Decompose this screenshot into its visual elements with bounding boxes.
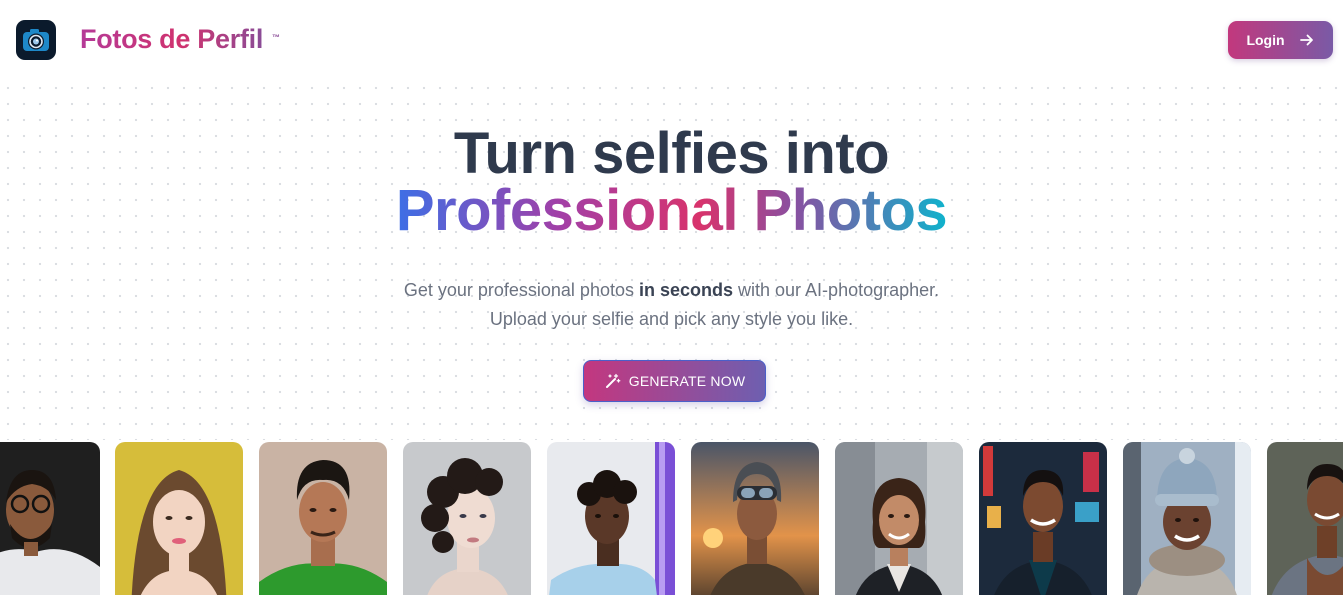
hero-title-gradient-text: Professional Photos bbox=[395, 178, 948, 243]
portrait-card-young-man-curly[interactable] bbox=[547, 442, 675, 595]
portrait-card-man-city-night[interactable] bbox=[979, 442, 1107, 595]
trademark-symbol: ™ bbox=[272, 33, 280, 42]
subtitle-bold: in seconds bbox=[638, 280, 734, 300]
brand-name[interactable]: Fotos de Perfil bbox=[80, 24, 263, 55]
portrait-card-businesswoman[interactable] bbox=[835, 442, 963, 595]
subtitle-text-2: with our AI-photographer. bbox=[733, 280, 940, 300]
login-button[interactable]: Login bbox=[1228, 21, 1333, 59]
camera-logo-icon[interactable] bbox=[16, 20, 56, 60]
login-label: Login bbox=[1246, 32, 1285, 48]
portrait-card-man-green-shirt[interactable] bbox=[259, 442, 387, 595]
subtitle-line-2: Upload your selfie and pick any style yo… bbox=[489, 309, 854, 329]
generate-now-button[interactable]: GENERATE NOW bbox=[583, 360, 766, 402]
portrait-card-woman-curls[interactable] bbox=[403, 442, 531, 595]
hero-subtitle: Get your professional photos in seconds … bbox=[0, 276, 1343, 334]
portrait-card-woman-yellow[interactable] bbox=[115, 442, 243, 595]
portrait-gallery bbox=[0, 442, 1343, 595]
portrait-card-man-glasses[interactable] bbox=[0, 442, 100, 595]
hero-title-line2: Professional Photos bbox=[0, 177, 1343, 244]
top-bar: Fotos de Perfil ™ Login bbox=[0, 0, 1343, 80]
subtitle-text-1: Get your professional photos bbox=[403, 280, 639, 300]
portrait-card-woman-winter-hat[interactable] bbox=[1123, 442, 1251, 595]
magic-wand-icon bbox=[605, 373, 621, 388]
portrait-card-aviator-sunset[interactable] bbox=[691, 442, 819, 595]
portrait-card-man-partial[interactable] bbox=[1267, 442, 1343, 595]
arrow-right-icon bbox=[1299, 34, 1313, 46]
generate-now-label: GENERATE NOW bbox=[628, 373, 746, 389]
